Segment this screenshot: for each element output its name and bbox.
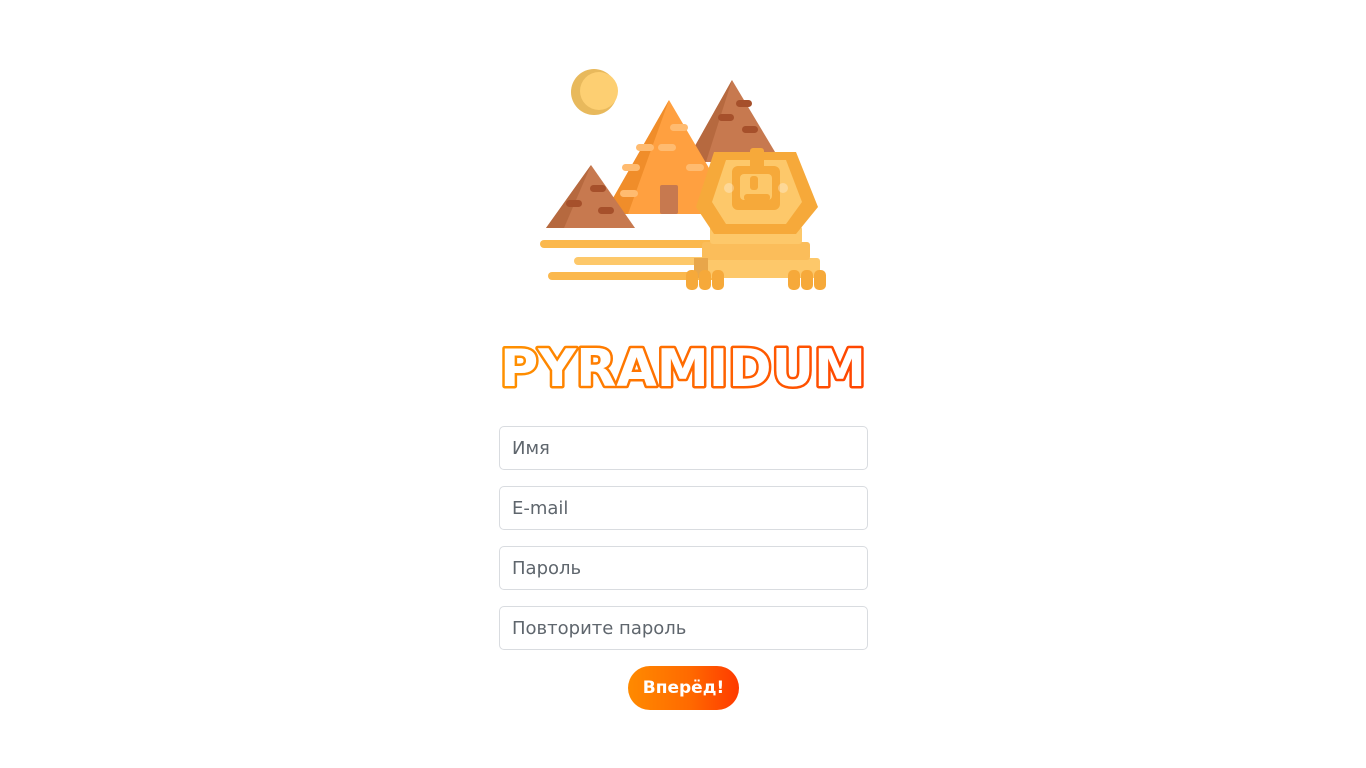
pyramid-right — [686, 80, 781, 162]
submit-button[interactable]: Вперёд! — [628, 666, 739, 710]
brand-logo: PYRAMIDUM — [496, 334, 870, 402]
registration-page: PYRAMIDUM Вперёд! — [0, 0, 1366, 768]
submit-container: Вперёд! — [628, 666, 739, 710]
brand-logo-text: PYRAMIDUM — [500, 339, 866, 396]
password-repeat-input[interactable] — [499, 606, 868, 650]
registration-form — [499, 426, 868, 666]
moon-icon — [571, 69, 618, 115]
password-input[interactable] — [499, 546, 868, 590]
email-input[interactable] — [499, 486, 868, 530]
pyramids-sphinx-illustration — [536, 62, 836, 294]
name-input[interactable] — [499, 426, 868, 470]
